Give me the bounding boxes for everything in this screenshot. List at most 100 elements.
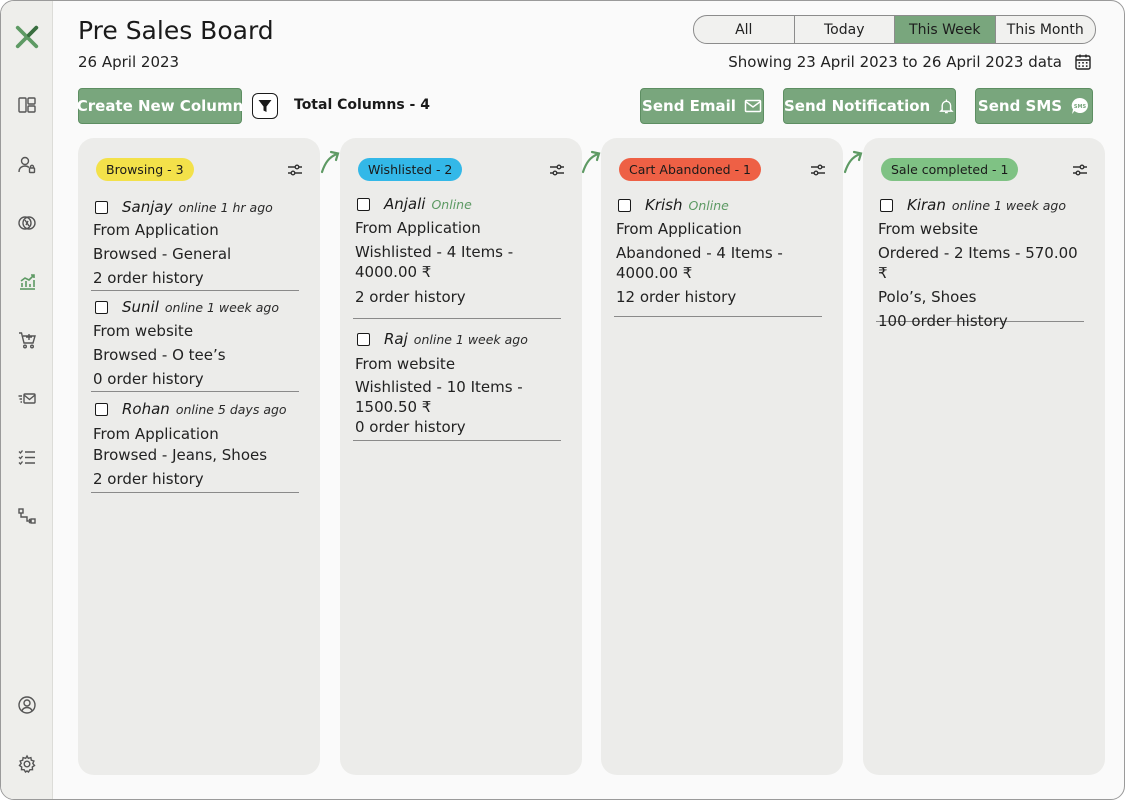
flow-icon[interactable]	[15, 504, 39, 528]
lead-source: From website	[93, 322, 194, 340]
email-icon[interactable]	[15, 387, 39, 411]
lead-name: Rohan	[122, 400, 170, 418]
lead-amount: 4000.00 ₹	[616, 264, 693, 282]
lead-activity: Ordered - 2 Items - 570.00 ₹	[878, 244, 1078, 282]
page-title: Pre Sales Board	[78, 16, 274, 45]
lead-amount: 4000.00 ₹	[355, 263, 432, 281]
calendar-icon[interactable]	[1074, 53, 1092, 71]
column-sale-completed: Sale completed - 1 Kiran online 1 week a…	[863, 138, 1105, 775]
select-checkbox[interactable]	[95, 200, 108, 214]
lead-order-history: 2 order history	[93, 470, 204, 488]
logo-icon[interactable]	[13, 23, 41, 51]
send-email-button[interactable]: Send Email	[640, 88, 764, 124]
lead-order-history: 0 order history	[93, 370, 204, 388]
select-checkbox[interactable]	[95, 402, 108, 416]
lead-source: From Application	[93, 425, 219, 443]
lead-name: Krish	[645, 196, 683, 214]
column-browsing: Browsing - 3 Sanjay online 1 hr ago From…	[78, 138, 320, 775]
lead-card[interactable]: Raj online 1 week ago From website Wishl…	[353, 327, 561, 441]
lead-order-history: 100 order history	[878, 312, 1008, 330]
lead-source: From website	[878, 220, 979, 238]
lead-amount: 1500.50 ₹	[355, 398, 432, 416]
filter-this-month[interactable]: This Month	[996, 16, 1096, 43]
sliders-icon[interactable]	[809, 161, 827, 179]
column-badge[interactable]: Wishlisted - 2	[358, 158, 463, 181]
total-columns: Total Columns - 4	[294, 97, 430, 113]
lead-order-history: 2 order history	[93, 269, 204, 287]
svg-text:SMS: SMS	[1074, 104, 1087, 110]
profile-icon[interactable]	[15, 693, 39, 717]
lead-card[interactable]: Krish Online From Application Abandoned …	[614, 193, 822, 317]
column-wishlisted: Wishlisted - 2 Anjali Online From Applic…	[340, 138, 582, 775]
bell-icon	[939, 99, 954, 114]
create-column-button[interactable]: Create New Column	[76, 88, 244, 124]
column-badge[interactable]: Cart Abandoned - 1	[619, 158, 762, 181]
lead-activity: Browsed - Jeans, Shoes	[93, 446, 268, 464]
lead-name: Raj	[384, 330, 408, 348]
lead-status: online 1 week ago	[413, 331, 528, 347]
lead-products: Polo’s, Shoes	[878, 288, 977, 306]
date-range-text: Showing 23 April 2023 to 26 April 2023 d…	[728, 53, 1062, 71]
send-sms-label: Send SMS	[977, 97, 1063, 115]
lead-status: Online	[688, 197, 729, 213]
lead-source: From Application	[355, 219, 481, 237]
lead-name: Sanjay	[122, 198, 173, 216]
lead-card[interactable]: Sunil online 1 week ago From website Bro…	[91, 295, 299, 392]
main-area: Pre Sales Board 26 April 2023 All Today …	[53, 1, 1124, 799]
page-date: 26 April 2023	[78, 53, 180, 71]
send-sms-button[interactable]: Send SMS SMS	[975, 88, 1093, 124]
email-icon	[744, 99, 762, 113]
send-notification-label: Send Notification	[784, 97, 931, 115]
select-checkbox[interactable]	[357, 197, 370, 211]
lead-status: Online	[431, 196, 472, 212]
select-checkbox[interactable]	[95, 300, 108, 314]
sliders-icon[interactable]	[1071, 161, 1089, 179]
lead-card[interactable]: Sanjay online 1 hr ago From Application …	[91, 195, 299, 291]
lead-order-history: 2 order history	[355, 288, 466, 306]
lead-name: Anjali	[384, 195, 426, 213]
lead-status: online 1 week ago	[164, 299, 279, 315]
cart-icon[interactable]	[15, 328, 39, 352]
lead-status: online 5 days ago	[175, 401, 287, 417]
column-cart-abandoned: Cart Abandoned - 1 Krish Online From App…	[601, 138, 843, 775]
segments-icon[interactable]	[15, 211, 39, 235]
user-lock-icon[interactable]	[15, 153, 39, 177]
select-checkbox[interactable]	[618, 198, 631, 212]
create-column-label: Create New Column	[76, 97, 244, 115]
lead-card[interactable]: Rohan online 5 days ago From Application…	[91, 397, 299, 493]
dashboard-icon[interactable]	[15, 93, 39, 117]
select-checkbox[interactable]	[357, 332, 370, 346]
lead-activity: Wishlisted - 4 Items -	[355, 243, 514, 261]
analytics-icon[interactable]	[15, 270, 39, 294]
select-checkbox[interactable]	[880, 198, 893, 212]
filter-all[interactable]: All	[694, 16, 795, 43]
sliders-icon[interactable]	[548, 161, 566, 179]
lead-activity: Abandoned - 4 Items -	[616, 244, 783, 262]
checklist-icon[interactable]	[15, 445, 39, 469]
sliders-icon[interactable]	[286, 161, 304, 179]
lead-order-history: 12 order history	[616, 288, 737, 306]
lead-card[interactable]: Anjali Online From Application Wishliste…	[353, 192, 561, 319]
funnel-icon	[258, 100, 272, 112]
lead-activity: Browsed - General	[93, 245, 232, 263]
send-notification-button[interactable]: Send Notification	[783, 88, 956, 124]
lead-status: online 1 week ago	[951, 197, 1066, 213]
lead-source: From Application	[616, 220, 742, 238]
lead-name: Sunil	[122, 298, 159, 316]
send-email-label: Send Email	[642, 97, 736, 115]
lead-activity: Wishlisted - 10 Items -	[355, 378, 523, 396]
sidebar	[1, 1, 53, 799]
lead-activity: Browsed - O tee’s	[93, 346, 226, 364]
filter-today[interactable]: Today	[795, 16, 895, 43]
column-badge[interactable]: Sale completed - 1	[881, 158, 1019, 181]
settings-icon[interactable]	[15, 752, 39, 776]
lead-source: From Application	[93, 221, 219, 239]
app-window: Pre Sales Board 26 April 2023 All Today …	[0, 0, 1125, 800]
lead-status: online 1 hr ago	[178, 199, 273, 215]
filter-this-week[interactable]: This Week	[895, 16, 996, 43]
lead-source: From website	[355, 355, 456, 373]
lead-card[interactable]: Kiran online 1 week ago From website Ord…	[876, 193, 1084, 330]
date-range-filter: All Today This Week This Month	[693, 15, 1096, 44]
column-badge[interactable]: Browsing - 3	[96, 158, 194, 181]
filter-button[interactable]	[252, 93, 278, 119]
